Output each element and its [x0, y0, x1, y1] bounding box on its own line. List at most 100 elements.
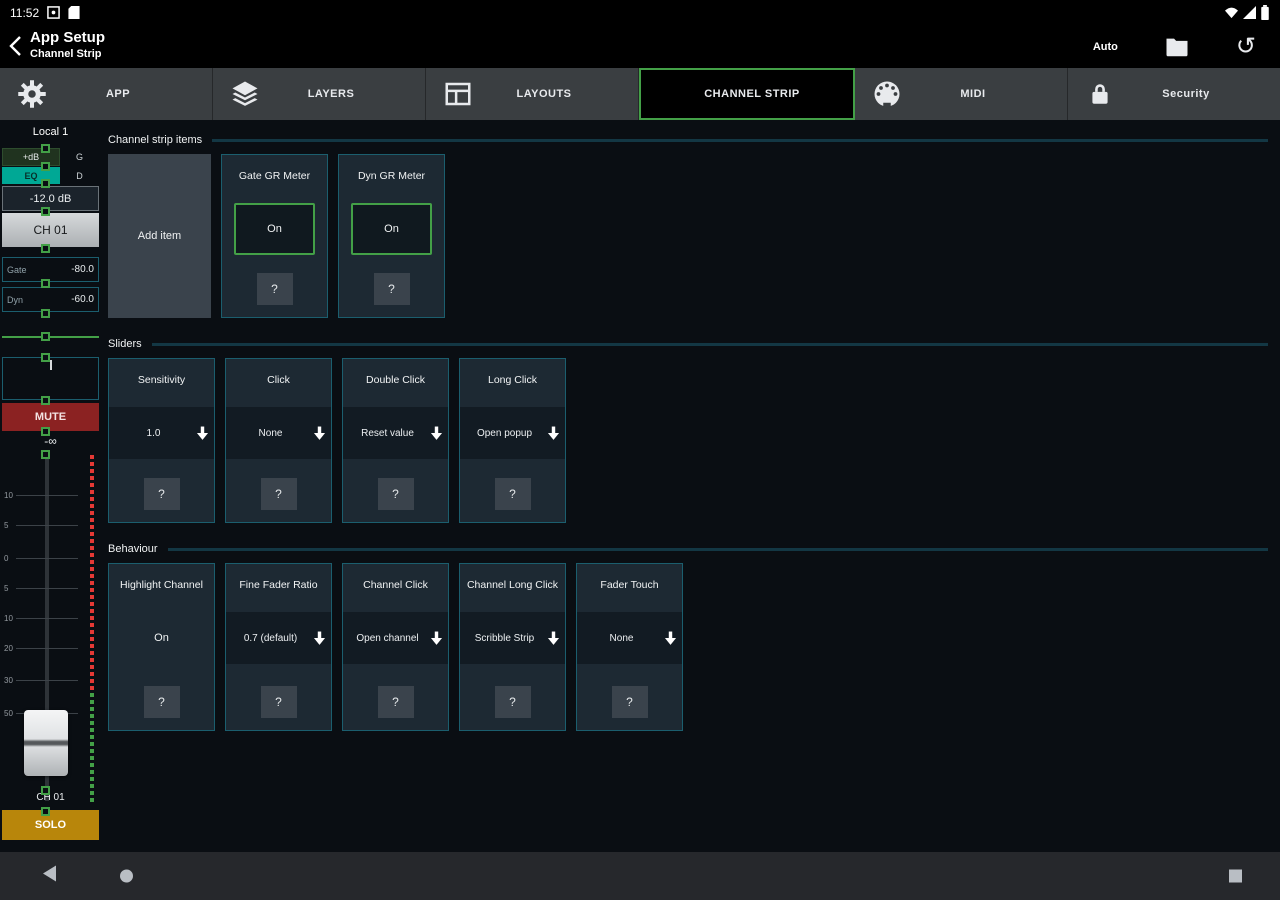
setting-card-dyn-gr-meter: Dyn GR Meter On ?	[338, 154, 445, 318]
divider-line	[2, 336, 99, 338]
edit-handle	[41, 786, 50, 795]
dropdown-arrow-icon	[547, 631, 560, 645]
section-channel-strip-items: Channel strip items	[108, 134, 1268, 146]
card-title: Double Click	[366, 374, 425, 387]
edit-handle	[41, 207, 50, 216]
solo-button[interactable]: SOLO	[2, 810, 99, 840]
add-item-button[interactable]: Add item	[108, 154, 211, 318]
help-button[interactable]: ?	[494, 478, 531, 510]
help-button[interactable]: ?	[377, 686, 414, 718]
android-nav-bar	[0, 852, 1280, 900]
tab-label: LAYERS	[307, 88, 355, 100]
tab-layouts[interactable]: LAYOUTS	[426, 68, 639, 120]
card-title: Channel Long Click	[466, 579, 559, 592]
tab-midi[interactable]: MIDI	[855, 68, 1068, 120]
level-meter-red	[90, 455, 94, 690]
section-divider	[167, 547, 1268, 551]
eq-item[interactable]: EQ D	[2, 167, 99, 184]
dropdown-value: 0.7 (default)	[243, 632, 298, 644]
fader-scale-tick	[16, 558, 78, 559]
tab-channel-strip[interactable]: CHANNEL STRIP	[639, 68, 855, 120]
dropdown-double-click[interactable]: Reset value	[343, 407, 448, 459]
tab-layers[interactable]: LAYERS	[213, 68, 426, 120]
fader-scale-label: 20	[4, 644, 13, 653]
nav-home-button[interactable]	[120, 869, 133, 883]
card-title: Channel Click	[363, 579, 428, 592]
setting-card-click: Click None ?	[225, 358, 332, 523]
cell-signal-icon	[1243, 6, 1256, 19]
dropdown-arrow-icon	[430, 426, 443, 440]
help-button[interactable]: ?	[494, 686, 531, 718]
app-bar-actions: Auto ↺	[1093, 25, 1256, 68]
toggle-button[interactable]: On	[109, 612, 214, 664]
fader-scale-label: 30	[4, 676, 13, 685]
dropdown-value: Reset value	[361, 427, 414, 439]
help-button[interactable]: ?	[260, 478, 297, 510]
channel-strip-preview: Local 1 +dB G EQ D -12.0 dB CH 01 Gate -…	[0, 120, 103, 852]
layers-icon	[223, 79, 267, 109]
help-button[interactable]: ?	[143, 686, 180, 718]
dropdown-fine-fader-ratio[interactable]: 0.7 (default)	[226, 612, 331, 664]
settings-tab-bar: APP LAYERS LAYOUTS CHANNEL STRIP MIDI Se…	[0, 68, 1280, 120]
card-title: Dyn GR Meter	[357, 170, 426, 183]
tab-app[interactable]: APP	[0, 68, 213, 120]
nav-recents-button[interactable]	[1229, 869, 1242, 883]
level-display[interactable]: -12.0 dB	[2, 186, 99, 211]
section-sliders: Sliders	[108, 338, 1268, 350]
gain-item[interactable]: +dB G	[2, 148, 99, 166]
nav-back-button[interactable]	[42, 865, 57, 888]
auto-mode-button[interactable]: Auto	[1093, 41, 1118, 53]
edit-handle	[41, 244, 50, 253]
scribble-strip[interactable]: CH 01	[2, 213, 99, 247]
help-button[interactable]: ?	[256, 273, 293, 305]
help-button[interactable]: ?	[260, 686, 297, 718]
lock-icon	[1078, 80, 1122, 108]
tab-label: APP	[105, 88, 131, 100]
app-bar: App Setup Channel Strip Auto ↺	[0, 25, 1280, 68]
dropdown-fader-touch[interactable]: None	[577, 612, 682, 664]
gate-value: -80.0	[71, 264, 94, 275]
setting-card-channel-click: Channel Click Open channel ?	[342, 563, 449, 731]
tab-security[interactable]: Security	[1068, 68, 1280, 120]
dropdown-sensitivity[interactable]: 1.0	[109, 407, 214, 459]
dyn-item[interactable]: Dyn -60.0	[2, 287, 99, 312]
dropdown-long-click[interactable]: Open popup	[460, 407, 565, 459]
eq-chip: EQ	[2, 167, 60, 184]
folder-icon[interactable]	[1164, 36, 1190, 57]
channel-name-label: CH 01	[36, 792, 65, 803]
content: Local 1 +dB G EQ D -12.0 dB CH 01 Gate -…	[0, 120, 1280, 852]
mute-button[interactable]: MUTE	[2, 403, 99, 431]
undo-icon[interactable]: ↺	[1236, 34, 1256, 59]
help-button[interactable]: ?	[373, 273, 410, 305]
nav-back-icon	[43, 865, 56, 882]
dropdown-channel-click[interactable]: Open channel	[343, 612, 448, 664]
toggle-button[interactable]: On	[351, 203, 432, 255]
battery-icon	[1261, 5, 1269, 20]
app-bar-titles: App Setup Channel Strip	[30, 29, 105, 60]
fader-scale-tick	[16, 495, 78, 496]
fader-scale-label: 10	[4, 491, 13, 500]
gate-item[interactable]: Gate -80.0	[2, 257, 99, 282]
fader-scale-tick	[16, 680, 78, 681]
notification-icon	[47, 6, 60, 19]
help-button[interactable]: ?	[377, 478, 414, 510]
tab-label: MIDI	[960, 88, 986, 100]
dropdown-channel-long-click[interactable]: Scribble Strip	[460, 612, 565, 664]
setting-card-gate-gr-meter: Gate GR Meter On ?	[221, 154, 328, 318]
pan-item[interactable]	[2, 357, 99, 400]
fader-handle[interactable]	[24, 710, 68, 776]
section-behaviour: Behaviour	[108, 543, 1268, 555]
dropdown-arrow-icon	[430, 631, 443, 645]
sd-card-icon	[68, 6, 80, 19]
toggle-button[interactable]: On	[234, 203, 315, 255]
source-label: Local 1	[32, 126, 69, 138]
dropdown-click[interactable]: None	[226, 407, 331, 459]
help-button[interactable]: ?	[611, 686, 648, 718]
section-title: Behaviour	[108, 543, 158, 555]
settings-panel: Channel strip items Add item Gate GR Met…	[103, 120, 1280, 731]
back-icon[interactable]	[8, 35, 22, 57]
edit-handle	[41, 279, 50, 288]
card-title: Sensitivity	[137, 374, 186, 387]
card-title: Gate GR Meter	[238, 170, 311, 183]
help-button[interactable]: ?	[143, 478, 180, 510]
